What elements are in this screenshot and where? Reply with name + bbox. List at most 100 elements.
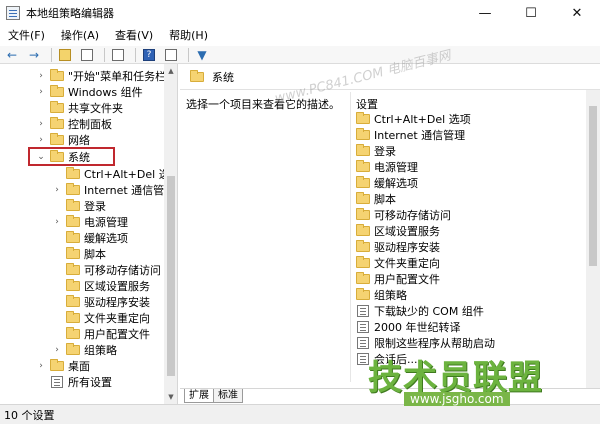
folder-icon [356,144,370,156]
folder-icon [356,208,370,220]
status-text: 10 个设置 [4,408,55,422]
list-item[interactable]: Ctrl+Alt+Del 选项 [356,111,471,127]
list-item[interactable]: Internet 通信管理 [356,127,465,143]
expand-arrow-icon[interactable]: › [52,345,62,355]
selection-highlight [28,147,115,166]
app-icon [6,6,20,20]
policy-setting-icon [357,321,369,333]
list-item[interactable]: 限制这些程序从帮助启动 [356,335,495,351]
folder-icon [356,224,370,236]
properties-button[interactable] [162,47,180,63]
tab-extended[interactable]: 扩展 [184,389,214,403]
list-item[interactable]: 电源管理 [356,159,418,175]
menu-help[interactable]: 帮助(H) [161,26,216,46]
tree-item[interactable]: 文件夹重定向 [52,310,150,326]
tree-item[interactable]: › Internet 通信管理 [52,182,175,198]
expand-arrow-icon[interactable]: › [36,361,46,371]
folder-icon [50,101,64,113]
close-button[interactable]: ✕ [554,0,600,26]
console-tree-icon [81,48,93,61]
title-bar: 本地组策略编辑器 — ☐ ✕ [0,0,600,26]
export-list-button[interactable] [109,47,127,63]
tree-item[interactable]: › 组策略 [52,342,117,358]
list-item[interactable]: 组策略 [356,287,407,303]
tree-item[interactable]: 脚本 [52,246,106,262]
expand-arrow-icon[interactable]: › [36,119,46,129]
description-text: 选择一个项目来查看它的描述。 [186,98,340,111]
policy-setting-icon [357,337,369,349]
forward-button[interactable]: → [25,47,43,63]
filter-icon: ▼ [197,47,207,62]
folder-icon [66,263,80,275]
tree-item[interactable]: 区域设置服务 [52,278,150,294]
tree-scrollbar[interactable]: ▲ ▼ [164,64,177,404]
folder-icon [66,279,80,291]
list-item[interactable]: 缓解选项 [356,175,418,191]
up-folder-button[interactable] [56,47,74,63]
expand-arrow-icon[interactable]: › [36,71,46,81]
folder-icon [66,183,80,195]
list-item[interactable]: 2000 年世纪转译 [356,319,461,335]
tree-item[interactable]: › 桌面 [36,358,90,374]
tree-item[interactable]: 缓解选项 [52,230,128,246]
menu-bar: 文件(F) 操作(A) 查看(V) 帮助(H) [0,26,600,46]
maximize-button[interactable]: ☐ [508,0,554,26]
menu-action[interactable]: 操作(A) [53,26,107,46]
back-button[interactable]: ← [3,47,21,63]
tree-item[interactable]: 驱动程序安装 [52,294,150,310]
tree-item[interactable]: › Windows 组件 [36,84,143,100]
tree-item[interactable]: › "开始"菜单和任务栏 [36,68,166,84]
folder-icon [356,272,370,284]
scroll-down-icon[interactable]: ▼ [164,390,177,404]
tree-item[interactable]: › 网络 [36,132,90,148]
folder-icon [356,160,370,172]
folder-icon [356,112,370,124]
list-item[interactable]: 下载缺少的 COM 组件 [356,303,484,319]
window-title: 本地组策略编辑器 [26,7,114,20]
list-item[interactable]: 文件夹重定向 [356,255,440,271]
list-item[interactable]: 区域设置服务 [356,223,440,239]
expand-arrow-icon[interactable]: › [52,217,62,227]
column-divider [350,92,351,382]
menu-view[interactable]: 查看(V) [107,26,161,46]
expand-arrow-icon[interactable]: › [36,135,46,145]
tree-item[interactable]: 登录 [52,198,106,214]
tree-item[interactable]: 用户配置文件 [52,326,150,342]
help-icon: ? [143,48,155,61]
list-item[interactable]: 驱动程序安装 [356,239,440,255]
list-item[interactable]: 登录 [356,143,396,159]
toolbar-separator [104,47,105,62]
folder-icon [356,176,370,188]
folder-icon [66,215,80,227]
list-item[interactable]: 用户配置文件 [356,271,440,287]
tree-item[interactable]: 可移动存储访问 [52,262,161,278]
tree-item[interactable]: › 电源管理 [52,214,128,230]
scroll-up-icon[interactable]: ▲ [164,64,177,78]
scroll-thumb[interactable] [589,106,597,266]
help-button[interactable]: ? [140,47,158,63]
tree-item[interactable]: › 控制面板 [36,116,112,132]
expand-arrow-icon[interactable]: › [36,87,46,97]
tree-item[interactable]: Ctrl+Alt+Del 选项 [52,166,177,182]
expand-arrow-icon[interactable]: › [52,185,62,195]
tree-item[interactable]: 所有设置 [36,374,112,390]
folder-icon [356,192,370,204]
filter-button[interactable]: ▼ [193,47,211,63]
toolbar-separator [188,47,189,62]
list-item[interactable]: 脚本 [356,191,396,207]
folder-icon [50,85,64,97]
toolbar-separator [51,47,52,62]
folder-icon [66,311,80,323]
show-hide-tree-button[interactable] [78,47,96,63]
minimize-button[interactable]: — [462,0,508,26]
policy-setting-icon [357,305,369,317]
scroll-thumb[interactable] [167,176,175,376]
settings-column-header[interactable]: 设置 [356,96,378,112]
details-scrollbar[interactable] [586,90,600,388]
menu-file[interactable]: 文件(F) [0,26,53,46]
folder-icon [356,240,370,252]
list-item[interactable]: 可移动存储访问 [356,207,451,223]
tab-standard[interactable]: 标准 [213,389,243,403]
folder-icon [66,247,80,259]
tree-item[interactable]: 共享文件夹 [36,100,123,116]
